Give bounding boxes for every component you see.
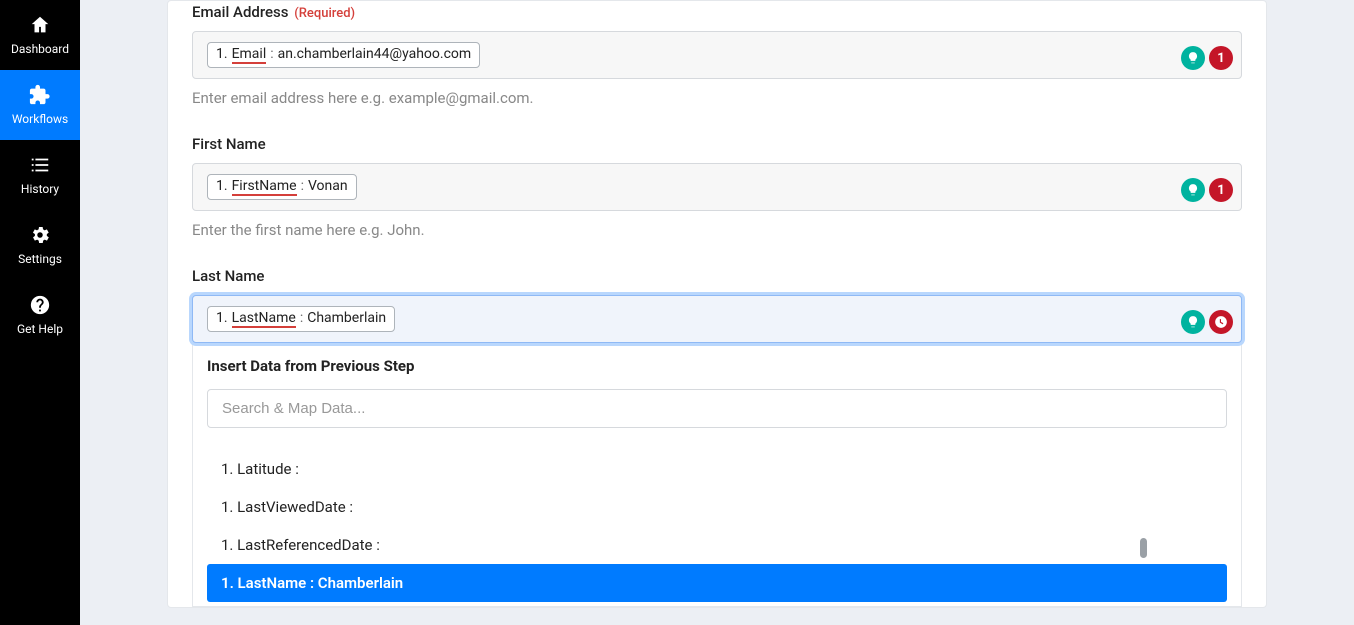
sidebar-item-label: History bbox=[21, 182, 59, 196]
data-token[interactable]: 1. Email : an.chamberlain44@yahoo.com bbox=[207, 42, 480, 68]
help-text-firstname: Enter the first name here e.g. John. bbox=[192, 221, 1242, 239]
main-content: Email Address (Required) 1. Email : an.c… bbox=[80, 0, 1354, 625]
sidebar-item-label: Get Help bbox=[17, 322, 63, 336]
search-input[interactable] bbox=[207, 389, 1227, 428]
data-token[interactable]: 1. LastName : Chamberlain bbox=[207, 306, 395, 332]
sidebar-item-dashboard[interactable]: Dashboard bbox=[0, 0, 80, 70]
list-icon bbox=[29, 154, 51, 176]
field-email: Email Address (Required) 1. Email : an.c… bbox=[192, 3, 1242, 107]
bulb-icon[interactable] bbox=[1181, 178, 1205, 202]
sidebar-item-label: Settings bbox=[18, 252, 62, 266]
option-lastname[interactable]: 1. LastName : Chamberlain bbox=[207, 564, 1227, 602]
home-icon bbox=[29, 14, 51, 36]
firstname-input[interactable]: 1. FirstName : Vonan 1 bbox=[192, 163, 1242, 211]
option-lastreferenceddate[interactable]: 1. LastReferencedDate : bbox=[207, 526, 1227, 564]
sidebar-item-label: Dashboard bbox=[11, 42, 69, 56]
data-token[interactable]: 1. FirstName : Vonan bbox=[207, 174, 357, 200]
sidebar: Dashboard Workflows History Settings Get… bbox=[0, 0, 80, 625]
gear-icon bbox=[29, 224, 51, 246]
dropdown-title: Insert Data from Previous Step bbox=[207, 357, 1227, 375]
step-icon[interactable] bbox=[1209, 310, 1233, 334]
bulb-icon[interactable] bbox=[1181, 46, 1205, 70]
sidebar-item-workflows[interactable]: Workflows bbox=[0, 70, 80, 140]
field-lastname: Last Name 1. LastName : Chamberlain bbox=[192, 267, 1242, 607]
question-icon bbox=[29, 294, 51, 316]
field-label-firstname: First Name bbox=[192, 135, 1242, 153]
scrollbar-thumb[interactable] bbox=[1140, 538, 1147, 558]
step-badge[interactable]: 1 bbox=[1209, 178, 1233, 202]
sidebar-item-settings[interactable]: Settings bbox=[0, 210, 80, 280]
help-text-email: Enter email address here e.g. example@gm… bbox=[192, 89, 1242, 107]
field-label-lastname: Last Name bbox=[192, 267, 1242, 285]
puzzle-icon bbox=[29, 84, 51, 106]
option-latitude[interactable]: 1. Latitude : bbox=[207, 450, 1227, 488]
option-lastvieweddate[interactable]: 1. LastViewedDate : bbox=[207, 488, 1227, 526]
sidebar-item-history[interactable]: History bbox=[0, 140, 80, 210]
field-firstname: First Name 1. FirstName : Vonan 1 bbox=[192, 135, 1242, 239]
insert-data-dropdown: Insert Data from Previous Step 1. Latitu… bbox=[192, 343, 1242, 607]
lastname-input[interactable]: 1. LastName : Chamberlain bbox=[192, 295, 1242, 343]
bulb-icon[interactable] bbox=[1181, 310, 1205, 334]
step-badge[interactable]: 1 bbox=[1209, 46, 1233, 70]
field-label-email: Email Address (Required) bbox=[192, 3, 1242, 21]
options-list: 1. Latitude : 1. LastViewedDate : 1. Las… bbox=[207, 450, 1227, 602]
email-input[interactable]: 1. Email : an.chamberlain44@yahoo.com 1 bbox=[192, 31, 1242, 79]
sidebar-item-label: Workflows bbox=[12, 112, 68, 126]
sidebar-item-gethelp[interactable]: Get Help bbox=[0, 280, 80, 350]
required-indicator: (Required) bbox=[294, 6, 355, 21]
